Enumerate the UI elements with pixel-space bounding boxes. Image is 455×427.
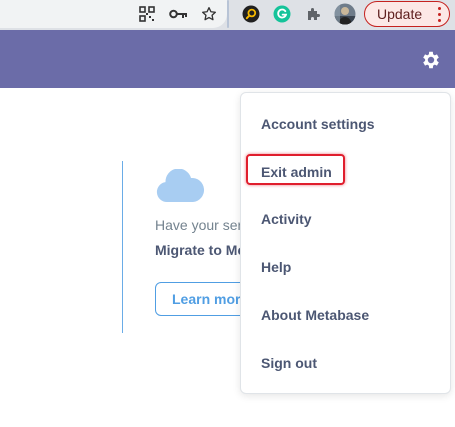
qr-code-icon[interactable] (136, 3, 158, 25)
address-bar-end[interactable] (0, 0, 227, 28)
menu-item-account-settings[interactable]: Account settings (261, 116, 375, 132)
browser-update-button[interactable]: Update (364, 1, 450, 27)
menu-item-help[interactable]: Help (261, 259, 291, 275)
puzzle-piece-icon[interactable] (303, 3, 325, 25)
toolbar-separator (227, 0, 229, 28)
star-icon[interactable] (198, 3, 220, 25)
more-options-icon (438, 5, 441, 23)
browser-toolbar: Update (0, 0, 455, 30)
profile-avatar[interactable] (334, 3, 356, 25)
gear-icon[interactable] (420, 49, 442, 71)
admin-nav-bar (0, 30, 455, 88)
menu-item-about-metabase[interactable]: About Metabase (261, 307, 369, 323)
extension-search-icon[interactable] (240, 3, 262, 25)
exit-admin-highlight-box (246, 154, 345, 185)
menu-item-activity[interactable]: Activity (261, 211, 312, 227)
cloud-icon (155, 168, 205, 203)
settings-dropdown-menu: Account settings Exit admin Activity Hel… (240, 92, 451, 394)
menu-item-sign-out[interactable]: Sign out (261, 355, 317, 371)
key-icon[interactable] (167, 3, 189, 25)
content-divider (122, 161, 123, 333)
migration-heading: Migrate to Me (155, 242, 246, 258)
grammarly-icon[interactable] (271, 3, 293, 25)
update-label: Update (377, 6, 423, 22)
migration-description: Have your ser (155, 217, 243, 233)
